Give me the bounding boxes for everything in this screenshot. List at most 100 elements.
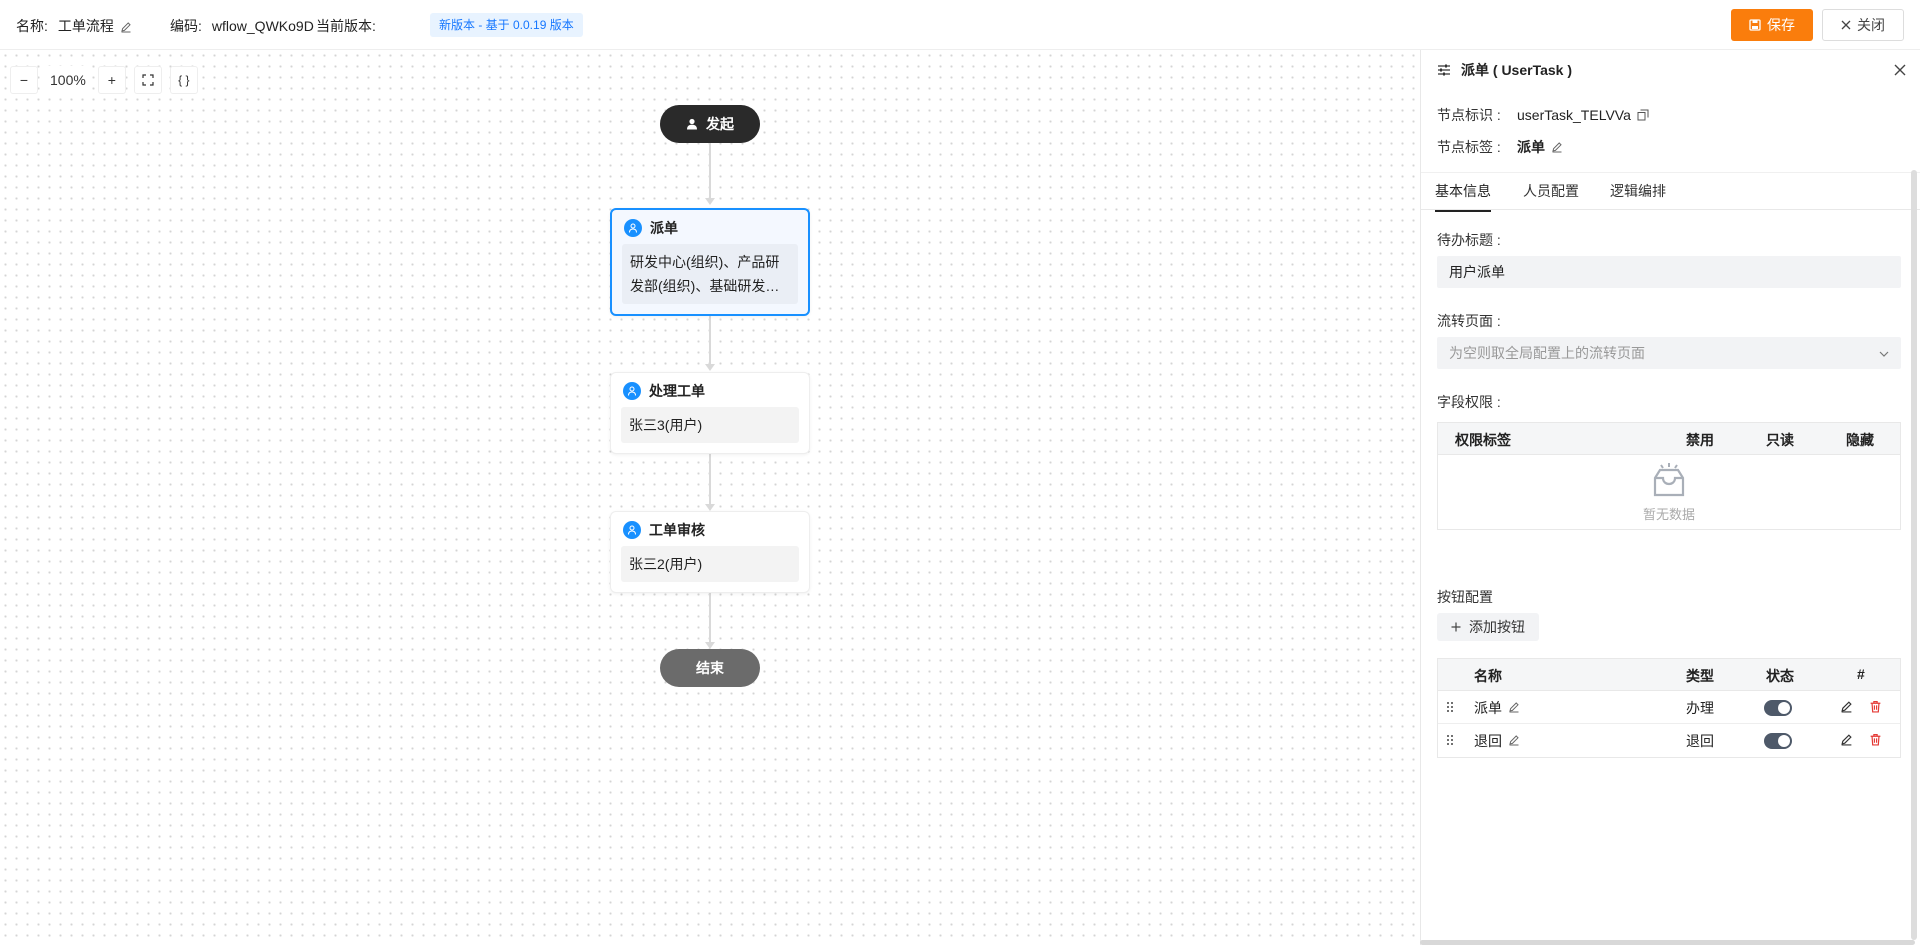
col-readonly: 只读 <box>1766 432 1794 448</box>
close-icon <box>1841 20 1851 30</box>
connector <box>709 585 711 647</box>
button-table-header: 名称 类型 状态 # <box>1438 659 1900 691</box>
edit-name-icon[interactable] <box>120 20 132 33</box>
drag-handle-icon[interactable] <box>1446 733 1454 745</box>
connector-arrow <box>705 198 715 205</box>
json-code-button[interactable]: { } <box>169 66 198 94</box>
fullscreen-button[interactable] <box>133 66 162 94</box>
field-permission-label: 字段权限 : <box>1437 394 1501 410</box>
empty-state: 暂无数据 <box>1438 455 1900 529</box>
connector <box>709 143 711 203</box>
node-title: 处理工单 <box>649 383 705 399</box>
edit-row-icon[interactable] <box>1840 733 1853 749</box>
edit-icon[interactable] <box>1508 733 1520 749</box>
permission-table-header: 权限标签 禁用 只读 隐藏 <box>1438 423 1900 455</box>
close-label: 关闭 <box>1857 17 1885 33</box>
code-value: wflow_QWKo9D <box>211 18 314 34</box>
col-name: 名称 <box>1474 668 1502 684</box>
fullscreen-icon <box>142 74 154 86</box>
chevron-down-icon <box>1879 337 1889 369</box>
copy-icon[interactable] <box>1637 109 1649 121</box>
node-title: 派单 <box>650 220 678 236</box>
connector-arrow <box>705 504 715 511</box>
table-row: 退回 退回 <box>1438 724 1900 757</box>
version-label: 当前版本: <box>316 18 376 34</box>
name-label: 名称: <box>16 18 48 34</box>
button-config-table: 名称 类型 状态 # 派单 办理 退回 退回 <box>1437 658 1901 758</box>
delete-icon[interactable] <box>1869 700 1882 716</box>
panel-horizontal-scrollbar[interactable] <box>1420 940 1915 945</box>
zoom-toolbar: − 100% + { } <box>10 66 198 94</box>
node-assignees: 张三3(用户) <box>621 407 799 443</box>
zoom-in-button[interactable]: + <box>97 66 126 94</box>
top-bar: 名称: 工单流程 编码: wflow_QWKo9D 当前版本: 新版本 - 基于… <box>0 0 1920 50</box>
delete-icon[interactable] <box>1869 733 1882 749</box>
panel-vertical-scrollbar[interactable] <box>1911 170 1917 940</box>
node-id-row: 节点标识 : userTask_TELVVa <box>1437 105 1649 125</box>
button-type: 退回 <box>1686 733 1714 749</box>
user-icon <box>624 219 642 237</box>
tab-personnel[interactable]: 人员配置 <box>1523 181 1579 210</box>
zoom-level: 100% <box>46 66 90 94</box>
current-version: 当前版本: <box>316 16 386 36</box>
close-button[interactable]: 关闭 <box>1822 9 1904 41</box>
flow-page-select[interactable]: 为空则取全局配置上的流转页面 <box>1437 337 1901 369</box>
settings-sliders-icon <box>1438 64 1450 76</box>
empty-inbox-icon <box>1653 462 1685 496</box>
flow-page-placeholder: 为空则取全局配置上的流转页面 <box>1449 345 1645 361</box>
properties-panel: 派单 ( UserTask ) 节点标识 : userTask_TELVVa 节… <box>1420 50 1920 945</box>
save-button[interactable]: 保存 <box>1731 9 1813 41</box>
status-toggle[interactable] <box>1764 733 1792 749</box>
todo-title-input[interactable]: 用户派单 <box>1437 256 1901 288</box>
add-button-button[interactable]: 添加按钮 <box>1437 613 1539 641</box>
zoom-out-button[interactable]: − <box>10 66 38 94</box>
col-type: 类型 <box>1686 668 1714 684</box>
tab-basic-info[interactable]: 基本信息 <box>1435 181 1491 212</box>
edit-icon[interactable] <box>1508 700 1520 716</box>
version-badge: 新版本 - 基于 0.0.19 版本 <box>430 13 583 37</box>
button-name: 派单 <box>1474 700 1502 716</box>
button-name: 退回 <box>1474 733 1502 749</box>
connector-arrow <box>705 364 715 371</box>
process-code: 编码: wflow_QWKo9D <box>170 16 314 36</box>
todo-title-label: 待办标题 : <box>1437 232 1501 248</box>
node-title: 工单审核 <box>649 522 705 538</box>
node-id-value: userTask_TELVVa <box>1517 107 1631 123</box>
flow-node-dispatch[interactable]: 派单 研发中心(组织)、产品研发部(组织)、基础研发… <box>610 208 810 316</box>
start-label: 发起 <box>706 116 734 132</box>
edit-icon[interactable] <box>1551 141 1563 153</box>
button-type: 办理 <box>1686 700 1714 716</box>
user-icon <box>623 521 641 539</box>
node-assignees: 张三2(用户) <box>621 546 799 582</box>
col-perm-tag: 权限标签 <box>1455 432 1511 448</box>
node-tag-row: 节点标签 : 派单 <box>1437 137 1563 157</box>
empty-text: 暂无数据 <box>1642 506 1695 522</box>
user-icon <box>623 382 641 400</box>
field-permission-table: 权限标签 禁用 只读 隐藏 暂无数据 <box>1437 422 1901 530</box>
panel-close-button[interactable] <box>1894 60 1906 81</box>
process-name: 名称: 工单流程 <box>16 16 132 36</box>
edit-row-icon[interactable] <box>1840 700 1853 716</box>
add-button-label: 添加按钮 <box>1469 619 1525 635</box>
col-status: 状态 <box>1766 668 1794 684</box>
end-node[interactable]: 结束 <box>660 649 760 687</box>
flow-node-process[interactable]: 处理工单 张三3(用户) <box>610 372 810 454</box>
node-assignees: 研发中心(组织)、产品研发部(组织)、基础研发… <box>630 254 780 294</box>
flow-node-review[interactable]: 工单审核 张三2(用户) <box>610 511 810 593</box>
node-tag-label: 节点标签 : <box>1437 139 1501 155</box>
node-tag-value: 派单 <box>1517 139 1545 155</box>
code-label: 编码: <box>170 18 202 34</box>
panel-title: 派单 ( UserTask ) <box>1461 62 1572 78</box>
col-hidden: 隐藏 <box>1846 432 1874 448</box>
tab-logic[interactable]: 逻辑编排 <box>1610 181 1666 210</box>
end-label: 结束 <box>696 660 724 676</box>
status-toggle[interactable] <box>1764 700 1792 716</box>
button-config-label: 按钮配置 <box>1437 589 1493 605</box>
node-id-label: 节点标识 : <box>1437 107 1501 123</box>
user-icon <box>687 118 697 130</box>
flow-page-label: 流转页面 : <box>1437 313 1501 329</box>
panel-tabs: 基本信息 人员配置 逻辑编排 <box>1421 172 1920 212</box>
close-icon <box>1894 64 1906 76</box>
drag-handle-icon[interactable] <box>1446 700 1454 712</box>
start-node[interactable]: 发起 <box>660 105 760 143</box>
